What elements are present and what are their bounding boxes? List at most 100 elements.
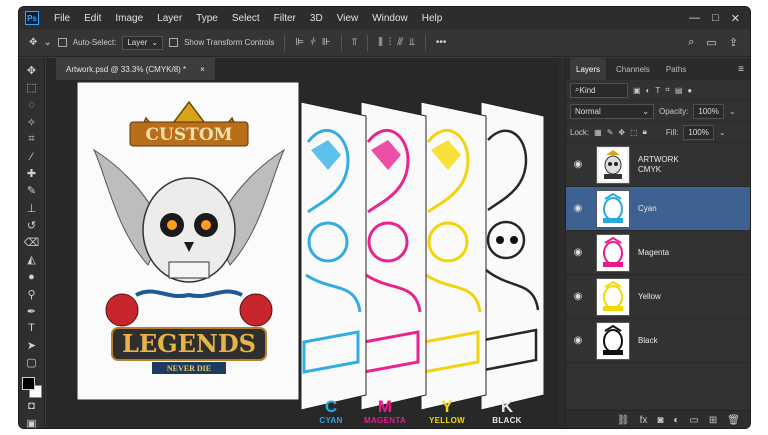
eye-icon[interactable]: ◉ [566, 291, 590, 302]
layer-row-magenta[interactable]: ◉ Magenta [566, 231, 750, 275]
lasso-tool-icon[interactable]: ◌ [23, 98, 41, 111]
align-right-icon[interactable]: ⊪ [322, 37, 331, 48]
lock-artboard-icon[interactable]: ⬚ [630, 128, 638, 137]
close-icon[interactable]: × [200, 65, 205, 74]
add-mask-icon[interactable]: ◙ [657, 415, 663, 426]
rectangle-tool-icon[interactable]: ▢ [23, 356, 41, 369]
eye-icon[interactable]: ◉ [566, 335, 590, 346]
align-center-icon[interactable]: ⫩ [310, 37, 316, 48]
filter-toggle-icon[interactable]: ● [687, 86, 692, 95]
delete-layer-icon[interactable]: 🗑︎ [727, 415, 740, 426]
share-icon[interactable]: ⇪ [729, 36, 738, 49]
paint-bucket-tool-icon[interactable]: ◭ [23, 253, 41, 266]
filter-pixel-icon[interactable]: ▣ [633, 86, 641, 95]
menu-layer[interactable]: Layer [150, 13, 189, 24]
move-tool-icon[interactable]: ✥ [23, 64, 41, 77]
layer-row-cyan[interactable]: ◉ Cyan [566, 187, 750, 231]
cyan-plate-label: C CYAN [304, 398, 358, 426]
chevron-down-icon[interactable]: ⌄ [43, 37, 51, 48]
move-tool-icon[interactable]: ✥ [29, 37, 37, 48]
auto-select-value: Layer [127, 38, 148, 47]
pen-tool-icon[interactable]: ✒ [23, 305, 41, 318]
filter-shape-icon[interactable]: ⌗ [665, 85, 670, 95]
path-selection-tool-icon[interactable]: ➤ [23, 339, 41, 352]
clone-stamp-tool-icon[interactable]: ⊥ [23, 202, 41, 215]
menu-help[interactable]: Help [415, 13, 450, 24]
eye-icon[interactable]: ◉ [566, 203, 590, 214]
menu-window[interactable]: Window [365, 13, 415, 24]
link-layers-icon[interactable]: ⛓︎ [617, 415, 630, 426]
brush-tool-icon[interactable]: ✎ [23, 184, 41, 197]
distribute-center-icon[interactable]: ⫶ [389, 37, 392, 48]
filter-type-icon[interactable]: T [655, 86, 660, 95]
chevron-down-icon[interactable]: ⌄ [719, 128, 726, 137]
quick-mask-icon[interactable]: ◘ [23, 400, 41, 413]
adjustment-layer-icon[interactable]: ◐ [673, 415, 679, 426]
menu-file[interactable]: File [47, 13, 77, 24]
history-brush-tool-icon[interactable]: ↺ [23, 219, 41, 232]
layer-row-yellow[interactable]: ◉ Yellow [566, 275, 750, 319]
panel-menu-icon[interactable]: ≡ [738, 64, 750, 75]
lock-all-icon[interactable]: 🔒︎ [643, 127, 647, 137]
type-tool-icon[interactable]: T [23, 322, 41, 335]
distribute-bottom-icon[interactable]: ⫻ [397, 37, 403, 48]
tab-channels[interactable]: Channels [610, 58, 656, 80]
eraser-tool-icon[interactable]: ⌫ [23, 236, 41, 249]
new-group-icon[interactable]: ▭ [689, 415, 698, 426]
dodge-tool-icon[interactable]: ⚲ [23, 287, 41, 301]
opacity-field[interactable]: 100% [693, 103, 724, 119]
blur-tool-icon[interactable]: ● [23, 270, 41, 283]
crop-tool-icon[interactable]: ⌗ [23, 133, 41, 146]
new-layer-icon[interactable]: ⊞ [709, 415, 717, 426]
search-icon[interactable]: ⌕ [688, 36, 694, 49]
transform-controls-checkbox[interactable] [169, 38, 179, 47]
layer-filter-dropdown[interactable]: ⌕ Kind [570, 82, 628, 98]
healing-brush-tool-icon[interactable]: ✚ [23, 167, 41, 180]
magic-wand-tool-icon[interactable]: ✧ [23, 116, 41, 129]
chevron-down-icon[interactable]: ⌄ [729, 107, 736, 116]
layer-row-black[interactable]: ◉ Black [566, 319, 750, 363]
menu-image[interactable]: Image [108, 13, 150, 24]
menu-3d[interactable]: 3D [303, 13, 330, 24]
minimize-button[interactable]: — [689, 12, 700, 25]
layer-row-artwork[interactable]: ◉ ARTWORK CMYK [566, 143, 750, 187]
fill-field[interactable]: 100% [683, 124, 714, 140]
lock-transparent-icon[interactable]: ▦ [594, 128, 602, 137]
document-tab[interactable]: Artwork.psd @ 33.3% (CMYK/8) * × [56, 58, 215, 80]
lock-pixels-icon[interactable]: ✎ [607, 128, 614, 137]
distribute-icon[interactable]: ⫼ [378, 37, 383, 48]
marquee-tool-icon[interactable]: ⬚ [23, 81, 41, 94]
more-options-icon[interactable]: ••• [436, 37, 447, 48]
workspace-icon[interactable]: ▭ [706, 36, 716, 49]
menu-view[interactable]: View [330, 13, 366, 24]
canvas[interactable]: CUSTOM LEGENDS NEVER DIE C CYAN M MAGENT… [56, 80, 566, 428]
chevron-down-icon: ⌄ [642, 106, 649, 116]
tab-layers[interactable]: Layers [570, 58, 607, 80]
align-top-icon[interactable]: ⫪ [352, 37, 358, 48]
filter-adjustment-icon[interactable]: ◐ [646, 86, 651, 95]
layer-style-icon[interactable]: fx [640, 415, 648, 426]
auto-select-dropdown[interactable]: Layer ⌄ [122, 35, 164, 50]
auto-select-checkbox[interactable] [57, 38, 67, 47]
tab-paths[interactable]: Paths [660, 58, 692, 80]
align-bottom-icon[interactable]: ⫫ [409, 37, 415, 48]
eye-icon[interactable]: ◉ [566, 159, 590, 170]
color-swatches[interactable] [21, 377, 42, 399]
menu-edit[interactable]: Edit [77, 13, 108, 24]
menu-type[interactable]: Type [189, 13, 225, 24]
close-button[interactable]: ✕ [731, 12, 740, 25]
yellow-plate-letter: Y [441, 397, 453, 416]
filter-smart-object-icon[interactable]: ▤ [675, 86, 683, 95]
screen-mode-icon[interactable]: ▣ [23, 417, 41, 428]
blend-mode-dropdown[interactable]: Normal ⌄ [570, 103, 654, 119]
menu-filter[interactable]: Filter [267, 13, 303, 24]
eyedropper-tool-icon[interactable]: ⁄ [23, 150, 41, 163]
layer-thumbnail [596, 233, 630, 272]
layer-name: Black [638, 335, 658, 345]
maximize-button[interactable]: □ [712, 12, 719, 25]
menu-select[interactable]: Select [225, 13, 267, 24]
align-left-icon[interactable]: ⊫ [295, 37, 304, 48]
eye-icon[interactable]: ◉ [566, 247, 590, 258]
foreground-color-swatch[interactable] [21, 377, 35, 391]
lock-position-icon[interactable]: ✥ [618, 128, 625, 137]
